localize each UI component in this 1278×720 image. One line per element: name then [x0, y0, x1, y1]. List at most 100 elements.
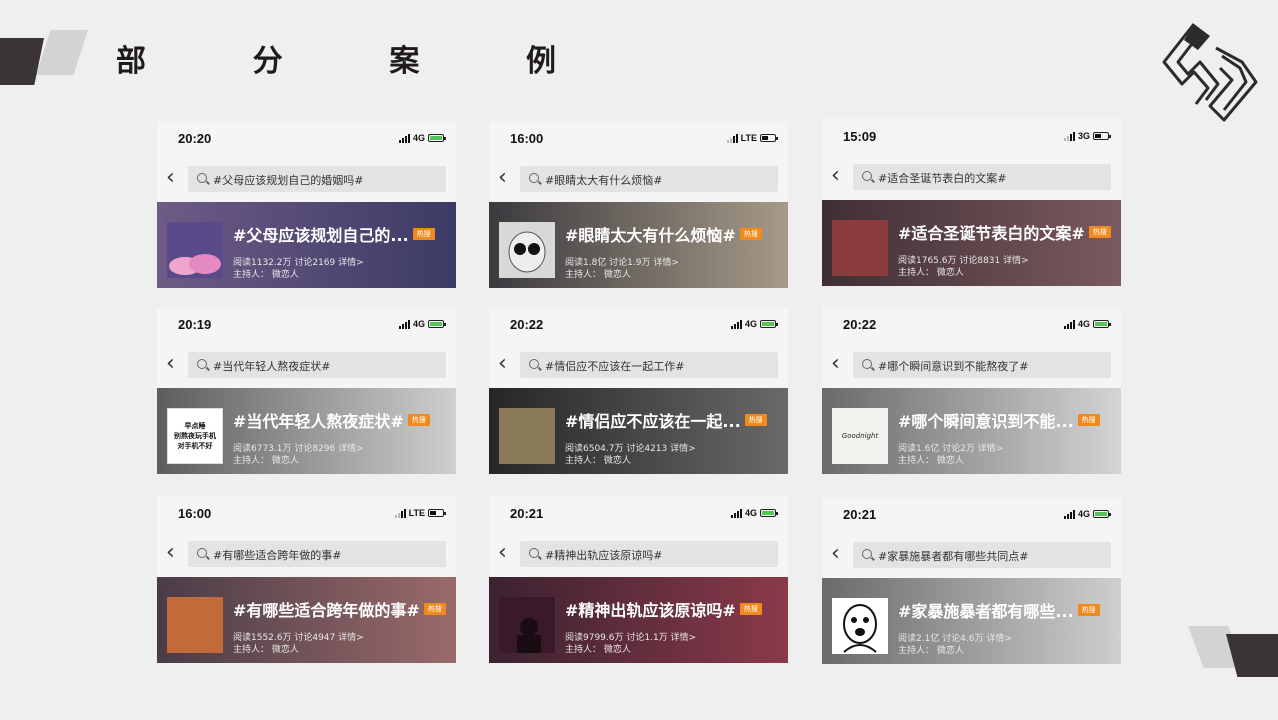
- topic-banner[interactable]: #有哪些适合跨年做的事# 热搜 阅读1552.6万 讨论4947 详情> 主持人…: [157, 577, 456, 663]
- topic-banner[interactable]: #情侣应不应该在一起... 热搜 阅读6504.7万 讨论4213 详情> 主持…: [489, 388, 788, 474]
- thumb-caption: 别熬夜玩手机: [174, 432, 216, 440]
- topic-card[interactable]: 20:22 4G ‹ #哪个瞬间意识到不能熬夜了# Goodnight #哪个瞬…: [822, 307, 1121, 474]
- status-icons: LTE: [726, 133, 778, 143]
- title-char: 部: [116, 44, 146, 79]
- search-input[interactable]: #有哪些适合跨年做的事#: [188, 541, 446, 567]
- battery-icon: [1093, 320, 1111, 328]
- search-query: #情侣应不应该在一起工作#: [545, 360, 685, 373]
- topic-banner[interactable]: 早点睡 别熬夜玩手机 对手机不好 #当代年轻人熬夜症状# 热搜 阅读6773.1万 …: [157, 388, 456, 474]
- decor-corner-light: [36, 30, 88, 75]
- topic-card[interactable]: 16:00 LTE ‹ #有哪些适合跨年做的事# #有哪些适合跨年做的事# 热搜…: [157, 496, 456, 663]
- status-time: 20:22: [510, 317, 544, 332]
- topic-card[interactable]: 20:21 4G ‹ #家暴施暴者都有哪些共同点# #家暴施暴者都有哪些... …: [822, 497, 1121, 664]
- decor-corner-dark: [0, 38, 44, 85]
- topic-thumbnail: [832, 598, 888, 654]
- brand-logo: [1162, 23, 1258, 122]
- status-icons: 4G: [398, 133, 446, 143]
- hot-badge: 热搜: [739, 603, 762, 615]
- topic-thumbnail: 早点睡别熬夜玩手机 对手机不好: [167, 408, 223, 464]
- topic-card[interactable]: 20:19 4G ‹ #当代年轻人熬夜症状# 早点睡别熬夜玩手机 对手机不好 #当…: [157, 307, 456, 474]
- back-chevron-icon[interactable]: ‹: [831, 165, 847, 189]
- signal-icon: [730, 508, 742, 518]
- network-label: 3G: [1077, 131, 1090, 141]
- topic-banner[interactable]: #家暴施暴者都有哪些... 热搜 阅读2.1亿 讨论4.6万 详情> 主持人： …: [822, 578, 1121, 664]
- network-label: 4G: [412, 319, 425, 329]
- search-query: #父母应该规划自己的婚姻吗#: [213, 174, 364, 187]
- topic-thumbnail: Goodnight: [832, 408, 888, 464]
- status-time: 20:21: [510, 506, 544, 521]
- status-bar: 20:21 4G: [489, 496, 788, 532]
- search-icon: [862, 171, 872, 181]
- back-chevron-icon[interactable]: ‹: [166, 542, 182, 566]
- topic-thumbnail: [167, 597, 223, 653]
- status-bar: 16:00 LTE: [489, 121, 788, 157]
- topic-host: 主持人： 微恋人: [565, 456, 631, 466]
- topic-title: #眼睛太大有什么烦恼#: [565, 226, 736, 245]
- topic-card[interactable]: 20:21 4G ‹ #精神出轨应该原谅吗# #精神出轨应该原谅吗# 热搜 阅读…: [489, 496, 788, 663]
- topic-banner[interactable]: #父母应该规划自己的... 热搜 阅读1132.2万 讨论2169 详情> 主持…: [157, 202, 456, 288]
- network-label: 4G: [1077, 509, 1090, 519]
- topic-title: #父母应该规划自己的...: [233, 226, 409, 245]
- search-input[interactable]: #家暴施暴者都有哪些共同点#: [853, 542, 1111, 568]
- search-query: #哪个瞬间意识到不能熬夜了#: [878, 360, 1029, 373]
- topic-host: 主持人： 微恋人: [565, 645, 631, 655]
- back-chevron-icon[interactable]: ‹: [831, 353, 847, 377]
- search-icon: [529, 359, 539, 369]
- search-query: #有哪些适合跨年做的事#: [213, 549, 342, 562]
- search-input[interactable]: #眼睛太大有什么烦恼#: [520, 166, 778, 192]
- network-label: 4G: [1077, 319, 1090, 329]
- battery-icon: [760, 509, 778, 517]
- network-label: 4G: [744, 319, 757, 329]
- search-input[interactable]: #当代年轻人熬夜症状#: [188, 352, 446, 378]
- thumb-caption: 早点睡: [184, 422, 206, 430]
- thumb-caption: 对手机不好: [177, 442, 213, 450]
- search-input[interactable]: #父母应该规划自己的婚姻吗#: [188, 166, 446, 192]
- topic-card[interactable]: 15:09 3G ‹ #适合圣诞节表白的文案# #适合圣诞节表白的文案# 热搜 …: [822, 119, 1121, 286]
- topic-banner[interactable]: #精神出轨应该原谅吗# 热搜 阅读9799.6万 讨论1.1万 详情> 主持人：…: [489, 577, 788, 663]
- topic-thumbnail: [832, 220, 888, 276]
- back-chevron-icon[interactable]: ‹: [498, 167, 514, 191]
- status-time: 20:21: [843, 507, 877, 522]
- topic-thumbnail: [499, 222, 555, 278]
- topic-banner[interactable]: Goodnight #哪个瞬间意识到不能... 热搜 阅读1.6亿 讨论2万 详…: [822, 388, 1121, 474]
- topic-title: #精神出轨应该原谅吗#: [565, 601, 736, 620]
- search-input[interactable]: #情侣应不应该在一起工作#: [520, 352, 778, 378]
- search-input[interactable]: #精神出轨应该原谅吗#: [520, 541, 778, 567]
- back-chevron-icon[interactable]: ‹: [498, 353, 514, 377]
- topic-title: #哪个瞬间意识到不能...: [898, 412, 1074, 431]
- signal-icon: [394, 508, 406, 518]
- silhouette-icon: [499, 597, 555, 653]
- topic-card[interactable]: 20:20 4G ‹ #父母应该规划自己的婚姻吗# #父母应该规划自己的... …: [157, 121, 456, 288]
- topic-host: 主持人： 微恋人: [233, 270, 299, 280]
- search-row: ‹ #当代年轻人熬夜症状#: [157, 347, 456, 383]
- status-time: 20:22: [843, 317, 877, 332]
- topic-card[interactable]: 16:00 LTE ‹ #眼睛太大有什么烦恼# #眼睛太大有什么烦恼# 热搜 阅…: [489, 121, 788, 288]
- status-bar: 20:20 4G: [157, 121, 456, 157]
- status-bar: 15:09 3G: [822, 119, 1121, 155]
- status-bar: 20:19 4G: [157, 307, 456, 343]
- search-input[interactable]: #哪个瞬间意识到不能熬夜了#: [853, 352, 1111, 378]
- search-icon: [197, 359, 207, 369]
- search-input[interactable]: #适合圣诞节表白的文案#: [853, 164, 1111, 190]
- hot-badge: 热搜: [744, 414, 767, 426]
- masked-person-icon: [499, 222, 555, 278]
- battery-icon: [760, 134, 778, 142]
- search-row: ‹ #情侣应不应该在一起工作#: [489, 347, 788, 383]
- topic-banner[interactable]: #适合圣诞节表白的文案# 热搜 阅读1765.6万 讨论8831 详情> 主持人…: [822, 200, 1121, 286]
- topic-title: #适合圣诞节表白的文案#: [898, 224, 1085, 243]
- topic-card[interactable]: 20:22 4G ‹ #情侣应不应该在一起工作# #情侣应不应该在一起... 热…: [489, 307, 788, 474]
- hot-badge: 热搜: [1077, 604, 1100, 616]
- back-chevron-icon[interactable]: ‹: [166, 353, 182, 377]
- topic-thumbnail: [499, 597, 555, 653]
- back-chevron-icon[interactable]: ‹: [166, 167, 182, 191]
- search-row: ‹ #有哪些适合跨年做的事#: [157, 536, 456, 572]
- topic-host: 主持人： 微恋人: [233, 456, 299, 466]
- topic-banner[interactable]: #眼睛太大有什么烦恼# 热搜 阅读1.8亿 讨论1.9万 详情> 主持人： 微恋…: [489, 202, 788, 288]
- back-chevron-icon[interactable]: ‹: [831, 543, 847, 567]
- search-query: #家暴施暴者都有哪些共同点#: [878, 550, 1029, 563]
- battery-icon: [760, 320, 778, 328]
- topic-host: 主持人： 微恋人: [898, 456, 964, 466]
- search-query: #眼睛太大有什么烦恼#: [545, 174, 663, 187]
- back-chevron-icon[interactable]: ‹: [498, 542, 514, 566]
- search-icon: [197, 548, 207, 558]
